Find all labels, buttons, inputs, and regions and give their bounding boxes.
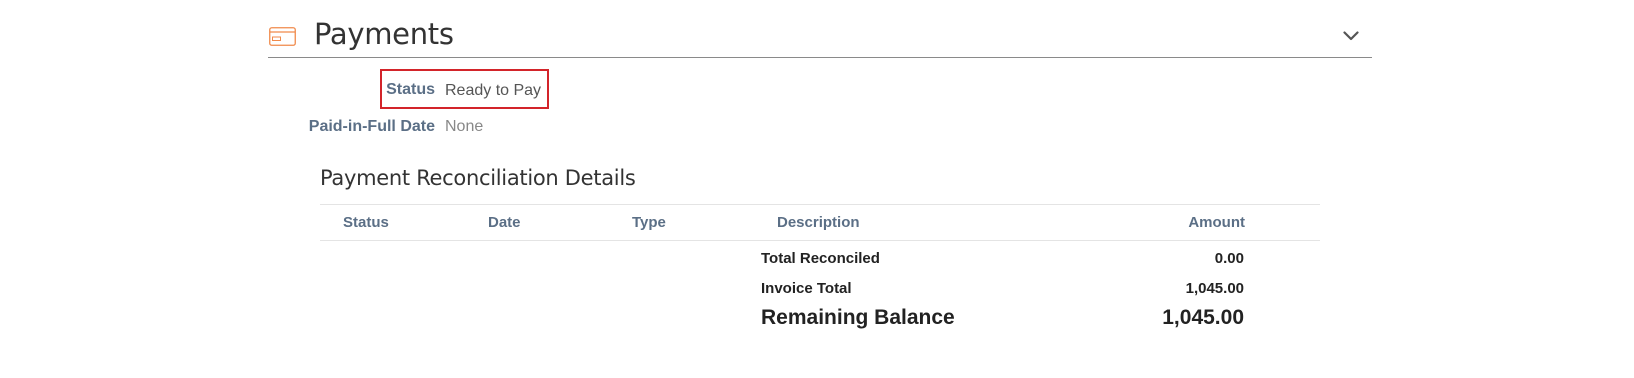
reconciliation-heading: Payment Reconciliation Details [320, 166, 636, 190]
remaining-balance-label: Remaining Balance [761, 306, 955, 329]
invoice-total-label: Invoice Total [761, 280, 852, 297]
invoice-total-value: 1,045.00 [1185, 280, 1244, 297]
column-header-description[interactable]: Description [777, 214, 860, 231]
status-value: Ready to Pay [445, 82, 542, 99]
section-title: Payments [314, 17, 454, 51]
total-reconciled-value: 0.00 [1214, 250, 1244, 267]
table-header-rule [320, 240, 1320, 241]
collapse-toggle-button[interactable] [1339, 24, 1363, 48]
paid-in-full-date-label: Paid-in-Full Date [308, 118, 435, 135]
column-header-amount[interactable]: Amount [1188, 214, 1245, 231]
payments-section-header: Payments [268, 10, 1372, 58]
column-header-type[interactable]: Type [632, 214, 666, 231]
table-top-rule [320, 204, 1320, 205]
status-label: Status [386, 81, 435, 98]
paid-in-full-date-value: None [445, 118, 484, 135]
remaining-balance-value: 1,045.00 [1162, 306, 1244, 329]
chevron-down-icon [1343, 31, 1359, 41]
credit-card-icon [269, 27, 296, 46]
total-reconciled-label: Total Reconciled [761, 250, 880, 267]
column-header-status[interactable]: Status [343, 214, 389, 231]
column-header-date[interactable]: Date [488, 214, 521, 231]
